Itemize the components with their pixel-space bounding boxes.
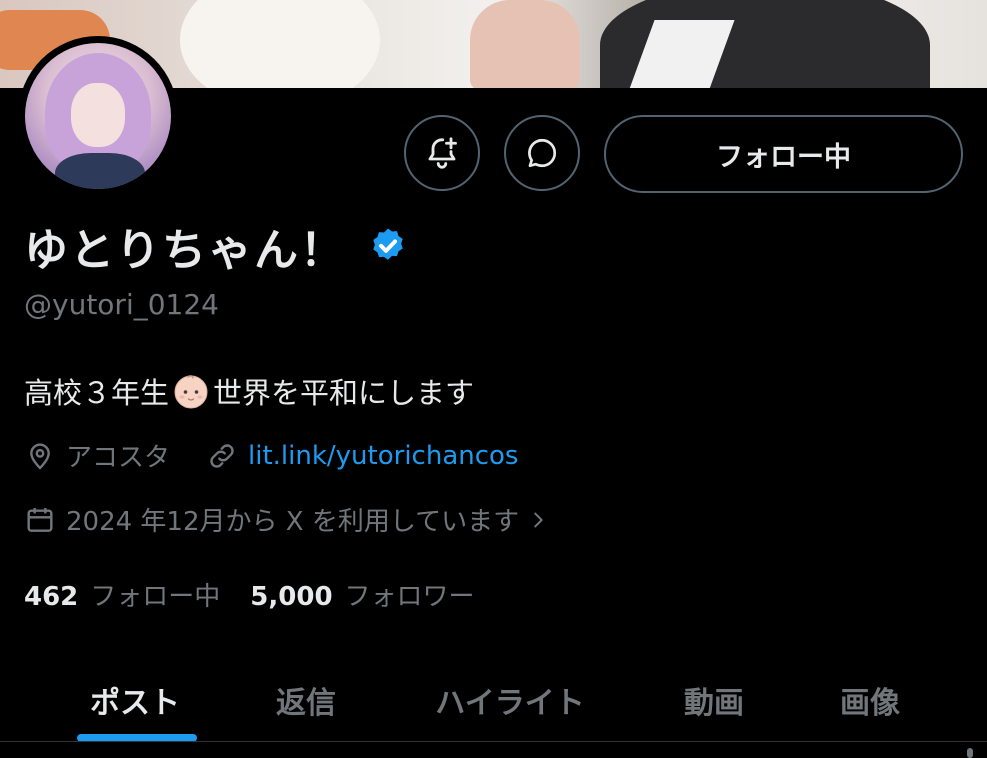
- banner-shape: [180, 0, 380, 88]
- joined-row[interactable]: 2024 年12月から X を利用しています: [24, 501, 549, 538]
- location-text: アコスタ: [66, 443, 171, 473]
- tab-media[interactable]: 画像: [790, 660, 950, 740]
- display-name: ゆとりちゃん！: [24, 225, 346, 276]
- notify-button[interactable]: [404, 115, 480, 191]
- following-label: フォロー中: [90, 582, 221, 612]
- follow-counts: 462 フォロー中 5,000 フォロワー: [24, 576, 475, 613]
- profile-link[interactable]: lit.link/yutorichancos: [206, 440, 518, 472]
- scrollbar-thumb[interactable]: [967, 748, 973, 758]
- link-icon: [210, 443, 234, 468]
- tab-videos[interactable]: 動画: [634, 660, 794, 740]
- bell-plus-icon: [428, 137, 457, 169]
- avatar-face: [71, 83, 125, 147]
- followers-label: フォロワー: [344, 582, 475, 612]
- profile-link-text[interactable]: lit.link/yutorichancos: [248, 441, 518, 471]
- name-row: ゆとりちゃん！: [24, 214, 408, 278]
- bio: 高校３年生 世界を平和にします: [24, 370, 474, 412]
- followers-count: 5,000: [250, 582, 333, 612]
- baby-emoji-icon: [174, 375, 208, 409]
- verified-badge-icon[interactable]: [368, 226, 408, 266]
- tabs-divider: [0, 741, 987, 742]
- banner-shape: [470, 0, 580, 88]
- tab-posts[interactable]: ポスト: [55, 660, 215, 740]
- following-count: 462: [24, 582, 79, 612]
- following-count-link[interactable]: 462 フォロー中: [24, 576, 220, 613]
- calendar-icon: [27, 507, 53, 532]
- avatar[interactable]: [18, 36, 178, 196]
- bio-text: 世界を平和にします: [213, 376, 475, 410]
- message-icon: [528, 138, 557, 168]
- profile-tabs: ポスト 返信 ハイライト 動画 画像: [0, 660, 987, 740]
- message-button[interactable]: [504, 115, 580, 191]
- bio-text: 高校３年生: [24, 376, 170, 410]
- joined-date: 2024 年12月から X を利用しています: [66, 507, 520, 537]
- profile-meta-row: アコスタ lit.link/yutorichancos: [24, 437, 518, 474]
- location-pin-icon: [30, 442, 50, 470]
- tab-replies[interactable]: 返信: [226, 660, 386, 740]
- avatar-image: [25, 43, 171, 189]
- followers-count-link[interactable]: 5,000 フォロワー: [250, 576, 474, 613]
- chevron-right-icon: [534, 512, 543, 527]
- user-handle: @yutori_0124: [24, 288, 219, 321]
- avatar-body: [55, 153, 145, 189]
- tab-highlights[interactable]: ハイライト: [400, 660, 620, 740]
- following-button[interactable]: フォロー中: [604, 115, 963, 193]
